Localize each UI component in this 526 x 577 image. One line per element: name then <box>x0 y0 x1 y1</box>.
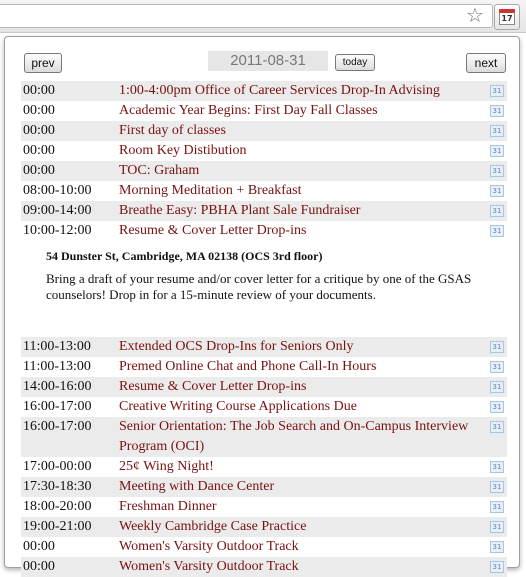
calendar-day-badge: 17 <box>499 13 515 25</box>
today-button[interactable]: today <box>335 54 375 71</box>
prev-button[interactable]: prev <box>24 53 62 73</box>
google-calendar-icon[interactable]: 31 <box>490 361 504 373</box>
event-title-link[interactable]: Resume & Cover Letter Drop-ins <box>119 221 489 241</box>
google-calendar-icon[interactable]: 31 <box>490 561 504 573</box>
event-time: 16:00-17:00 <box>23 419 92 434</box>
event-row: 14:00-16:00 Resume & Cover Letter Drop-in… <box>21 377 507 397</box>
event-row: 19:00-21:00 Weekly Cambridge Case Practic… <box>21 517 507 537</box>
events-group-after: 11:00-13:00 Extended OCS Drop-Ins for Sen… <box>21 337 507 577</box>
event-time: 19:00-21:00 <box>23 519 92 534</box>
event-row: 08:00-10:00 Morning Meditation + Breakfas… <box>21 181 507 201</box>
events-list: 00:00 1:00-4:00pm Office of Career Servic… <box>21 81 507 577</box>
events-group-before: 00:00 1:00-4:00pm Office of Career Servic… <box>21 81 507 241</box>
event-title-link[interactable]: Morning Meditation + Breakfast <box>119 181 489 201</box>
event-time: 00:00 <box>23 559 55 574</box>
event-time: 08:00-10:00 <box>23 183 92 198</box>
google-calendar-icon[interactable]: 31 <box>490 125 504 137</box>
event-time: 11:00-13:00 <box>23 359 91 374</box>
event-row: 00:00 Room Key Distibution 31 <box>21 141 507 161</box>
event-time: 00:00 <box>23 83 55 98</box>
google-calendar-icon[interactable]: 31 <box>490 85 504 97</box>
event-title-link[interactable]: Women's Varsity Outdoor Track <box>119 557 489 577</box>
event-title-link[interactable]: 1:00-4:00pm Office of Career Services Dr… <box>119 81 489 101</box>
event-title-link[interactable]: Premed Online Chat and Phone Call-In Hou… <box>119 357 489 377</box>
google-calendar-icon[interactable]: 31 <box>490 421 504 433</box>
event-row: 17:00-00:00 25¢ Wing Night! 31 <box>21 457 507 477</box>
event-title-link[interactable]: Breathe Easy: PBHA Plant Sale Fundraiser <box>119 201 489 221</box>
event-row: 18:00-20:00 Freshman Dinner 31 <box>21 497 507 517</box>
event-time: 00:00 <box>23 143 55 158</box>
event-title-link[interactable]: 25¢ Wing Night! <box>119 457 489 477</box>
event-time: 16:00-17:00 <box>23 399 92 414</box>
event-title-link[interactable]: TOC: Graham <box>119 161 489 181</box>
google-calendar-icon[interactable]: 31 <box>490 381 504 393</box>
google-calendar-icon[interactable]: 31 <box>490 521 504 533</box>
bookmark-star-icon[interactable]: ☆ <box>464 5 486 25</box>
event-row: 00:00 TOC: Graham 31 <box>21 161 507 181</box>
google-calendar-icon[interactable]: 31 <box>490 185 504 197</box>
google-calendar-icon[interactable]: 31 <box>490 461 504 473</box>
event-time: 10:00-12:00 <box>23 223 92 238</box>
calendar-popup: prev 2011-08-31 today next 00:00 1:00-4:0… <box>4 36 520 577</box>
event-row: 16:00-17:00 Creative Writing Course Appli… <box>21 397 507 417</box>
event-location: 54 Dunster St, Cambridge, MA 02138 (OCS … <box>46 249 323 263</box>
event-time: 09:00-14:00 <box>23 203 92 218</box>
event-title-link[interactable]: Academic Year Begins: First Day Fall Cla… <box>119 101 489 121</box>
google-calendar-icon[interactable]: 31 <box>490 401 504 413</box>
event-description: Bring a draft of your resume and/or cove… <box>46 271 472 302</box>
event-title-link[interactable]: Extended OCS Drop-Ins for Seniors Only <box>119 337 489 357</box>
calendar-extension-button[interactable]: 17 <box>494 4 520 30</box>
event-row: 10:00-12:00 Resume & Cover Letter Drop-in… <box>21 221 507 241</box>
google-calendar-icon[interactable]: 31 <box>490 165 504 177</box>
event-detail: 54 Dunster St, Cambridge, MA 02138 (OCS … <box>21 241 507 337</box>
event-time: 17:30-18:30 <box>23 479 92 494</box>
event-row: 00:00 Women's Varsity Outdoor Track 31 <box>21 557 507 577</box>
event-title-link[interactable]: Women's Varsity Outdoor Track <box>119 537 489 557</box>
event-row: 00:00 Women's Varsity Outdoor Track 31 <box>21 537 507 557</box>
google-calendar-icon[interactable]: 31 <box>490 501 504 513</box>
event-row: 11:00-13:00 Extended OCS Drop-Ins for Sen… <box>21 337 507 357</box>
event-time: 17:00-00:00 <box>23 459 92 474</box>
address-bar[interactable] <box>0 4 493 28</box>
google-calendar-icon[interactable]: 31 <box>490 205 504 217</box>
event-row: 00:00 First day of classes 31 <box>21 121 507 141</box>
google-calendar-icon[interactable]: 31 <box>490 341 504 353</box>
google-calendar-icon[interactable]: 31 <box>490 225 504 237</box>
date-field[interactable]: 2011-08-31 <box>208 51 328 71</box>
event-title-link[interactable]: Meeting with Dance Center <box>119 477 489 497</box>
google-calendar-icon[interactable]: 31 <box>490 105 504 117</box>
event-row: 09:00-14:00 Breathe Easy: PBHA Plant Sale… <box>21 201 507 221</box>
event-title-link[interactable]: Freshman Dinner <box>119 497 489 517</box>
event-row: 00:00 1:00-4:00pm Office of Career Servic… <box>21 81 507 101</box>
browser-toolbar: ☆ 17 <box>0 0 526 33</box>
event-time: 18:00-20:00 <box>23 499 92 514</box>
event-time: 00:00 <box>23 539 55 554</box>
event-row: 17:30-18:30 Meeting with Dance Center 31 <box>21 477 507 497</box>
event-row: 11:00-13:00 Premed Online Chat and Phone … <box>21 357 507 377</box>
google-calendar-icon[interactable]: 31 <box>490 541 504 553</box>
event-time: 14:00-16:00 <box>23 379 92 394</box>
event-title-link[interactable]: Room Key Distibution <box>119 141 489 161</box>
event-row: 16:00-17:00 Senior Orientation: The Job S… <box>21 417 507 457</box>
event-time: 11:00-13:00 <box>23 339 91 354</box>
event-row: 00:00 Academic Year Begins: First Day Fal… <box>21 101 507 121</box>
event-title-link[interactable]: Creative Writing Course Applications Due <box>119 397 489 417</box>
event-time: 00:00 <box>23 103 55 118</box>
event-title-link[interactable]: Resume & Cover Letter Drop-ins <box>119 377 489 397</box>
event-title-link[interactable]: Weekly Cambridge Case Practice <box>119 517 489 537</box>
event-time: 00:00 <box>23 123 55 138</box>
event-title-link[interactable]: Senior Orientation: The Job Search and O… <box>119 417 489 457</box>
next-button[interactable]: next <box>466 53 506 73</box>
event-time: 00:00 <box>23 163 55 178</box>
google-calendar-icon[interactable]: 31 <box>490 481 504 493</box>
google-calendar-icon[interactable]: 31 <box>490 145 504 157</box>
event-title-link[interactable]: First day of classes <box>119 121 489 141</box>
